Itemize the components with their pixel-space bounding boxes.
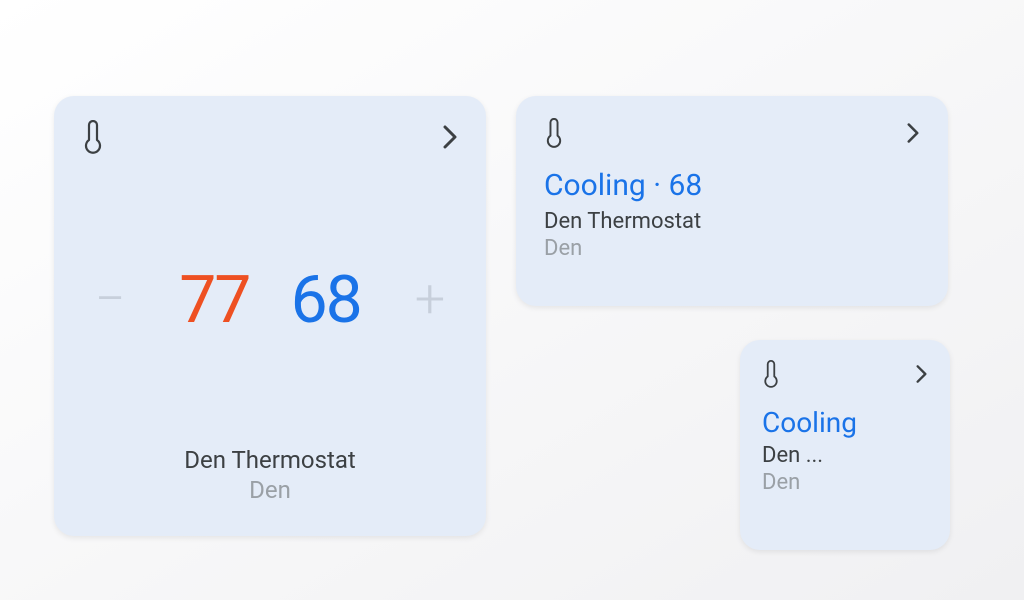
thermostat-card-small[interactable]: Cooling Den ... Den: [740, 340, 950, 550]
thermostat-card-medium[interactable]: Cooling · 68 Den Thermostat Den: [516, 96, 948, 306]
card-header: [544, 118, 920, 148]
device-name: Den ...: [762, 443, 928, 468]
thermostat-icon: [544, 118, 564, 148]
cool-setpoint[interactable]: 68: [291, 262, 361, 339]
room-name: Den: [544, 236, 920, 261]
room-name: Den: [762, 470, 928, 495]
status-line: Cooling · 68: [544, 168, 920, 203]
device-name: Den Thermostat: [544, 209, 920, 234]
card-header: [82, 120, 458, 154]
thermostat-icon: [762, 360, 780, 388]
status-line: Cooling: [762, 406, 928, 439]
chevron-right-icon[interactable]: [442, 124, 458, 150]
device-name: Den Thermostat: [82, 446, 458, 474]
card-header: [762, 360, 928, 388]
chevron-right-icon[interactable]: [915, 364, 928, 384]
thermostat-icon: [82, 120, 104, 154]
card-footer: Den Thermostat Den: [82, 446, 458, 512]
thermostat-card-large[interactable]: − 77 68 + Den Thermostat Den: [54, 96, 486, 536]
temperature-row: − 77 68 +: [82, 154, 458, 446]
chevron-right-icon[interactable]: [906, 122, 920, 144]
plus-icon[interactable]: +: [402, 273, 458, 327]
heat-setpoint[interactable]: 77: [179, 262, 249, 339]
room-name: Den: [82, 476, 458, 504]
minus-icon[interactable]: −: [82, 273, 138, 327]
